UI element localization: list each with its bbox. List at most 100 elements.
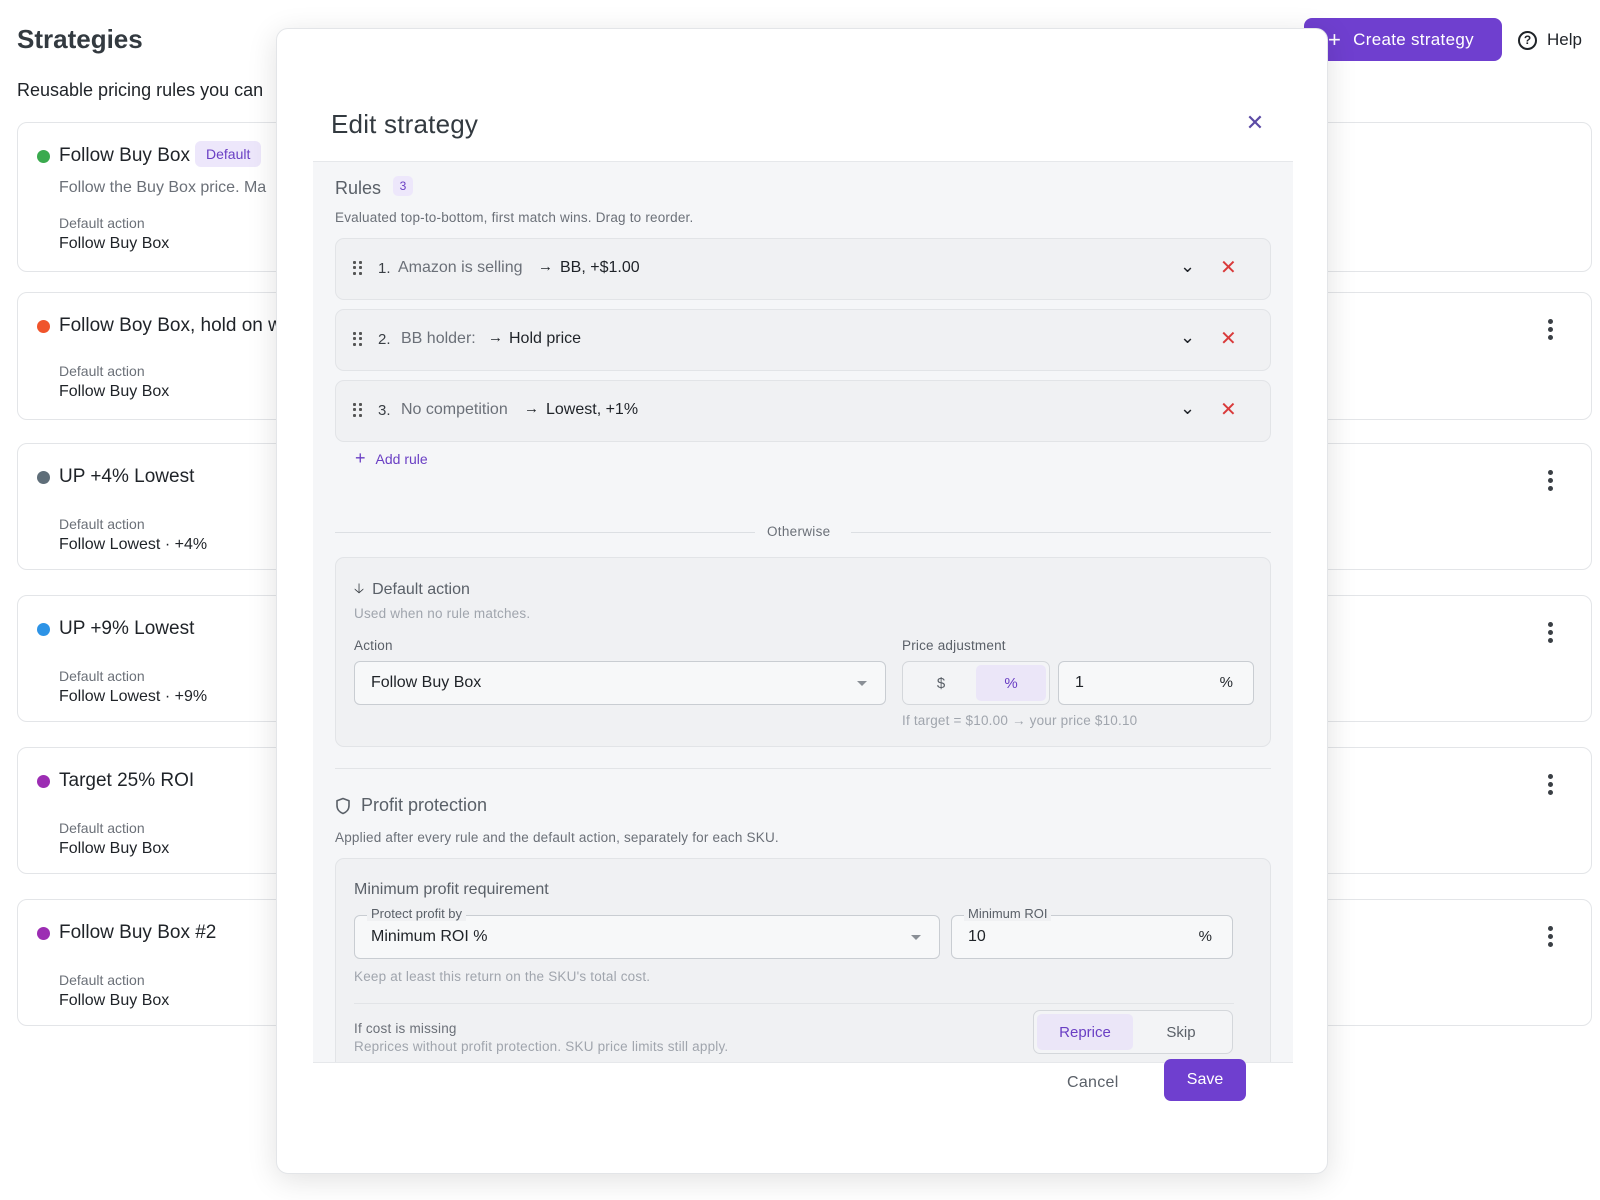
create-strategy-button[interactable]: + Create strategy (1304, 18, 1502, 61)
missing-cost-hint: Reprices without profit protection. SKU … (354, 1039, 729, 1054)
arrow-right-icon: → (538, 258, 553, 275)
modal-body[interactable]: Rules 3 Evaluated top-to-bottom, first m… (313, 162, 1293, 1062)
action-select[interactable]: Follow Buy Box (354, 661, 886, 705)
help-label: Help (1547, 30, 1582, 49)
rules-title: Rules (335, 178, 382, 198)
chevron-down-icon[interactable]: ⌄ (1180, 256, 1195, 277)
divider (851, 532, 1271, 533)
more-options-icon[interactable] (1547, 622, 1553, 643)
more-options-icon[interactable] (1547, 926, 1553, 947)
arrow-right-icon: → (524, 400, 539, 417)
price-unit-suffix: % (1219, 674, 1233, 691)
skip-option[interactable]: Skip (1133, 1014, 1229, 1050)
divider (335, 768, 1271, 769)
plus-icon: + (355, 448, 366, 468)
minimum-roi-value: 10 (968, 928, 986, 945)
drag-handle-icon[interactable] (353, 403, 363, 417)
rule-result: Hold price (509, 330, 582, 347)
caret-down-icon (911, 935, 921, 940)
save-button[interactable]: Save (1164, 1059, 1246, 1101)
minimum-roi-input[interactable]: Minimum ROI 10 % (951, 906, 1233, 959)
roi-unit-suffix: % (1198, 928, 1212, 945)
default-action-value: Follow Buy Box (59, 840, 170, 857)
delete-rule-icon[interactable]: ✕ (1220, 256, 1237, 280)
drag-handle-icon[interactable] (353, 332, 363, 346)
price-unit-toggle[interactable]: $ % (902, 661, 1050, 705)
rule-row[interactable]: 1. Amazon is selling → BB, +$1.00 ⌄ ✕ (335, 238, 1271, 300)
default-action-box: 🡣 Default action Used when no rule match… (335, 557, 1271, 747)
divider (313, 1062, 1293, 1063)
arrow-right-icon: → (488, 329, 503, 346)
more-options-icon[interactable] (1547, 319, 1553, 340)
status-dot (37, 150, 50, 163)
more-options-icon[interactable] (1547, 774, 1553, 795)
delete-rule-icon[interactable]: ✕ (1220, 327, 1237, 351)
rule-condition: No competition (401, 401, 508, 418)
rule-condition: BB holder: (401, 330, 476, 347)
rule-result: BB, +$1.00 (560, 259, 640, 276)
reprice-option[interactable]: Reprice (1037, 1014, 1133, 1050)
rule-row[interactable]: 2. BB holder: → Hold price ⌄ ✕ (335, 309, 1271, 371)
rule-row[interactable]: 3. No competition → Lowest, +1% ⌄ ✕ (335, 380, 1271, 442)
caret-down-icon (857, 681, 867, 686)
rules-count-badge: 3 (393, 176, 413, 196)
rule-condition: Amazon is selling (398, 259, 523, 276)
page-title: Strategies (17, 24, 143, 54)
default-badge: Default (195, 141, 262, 167)
status-dot (37, 320, 50, 333)
add-rule-button[interactable]: + Add rule (355, 448, 428, 469)
price-preview: If target = $10.00 → your price $10.10 (902, 713, 1138, 728)
strategy-name: UP +9% Lowest (59, 618, 195, 639)
strategy-description: Follow the Buy Box price. Ma (59, 179, 267, 196)
arrow-down-icon: 🡣 (354, 580, 365, 596)
help-button[interactable]: ? Help (1518, 28, 1582, 52)
default-action-label: Default action (59, 516, 145, 532)
status-dot (37, 775, 50, 788)
delete-rule-icon[interactable]: ✕ (1220, 398, 1237, 422)
add-rule-label: Add rule (375, 450, 428, 467)
default-action-label: Default action (59, 972, 145, 988)
percent-option[interactable]: % (976, 665, 1046, 701)
default-action-value: Follow Buy Box (59, 992, 170, 1009)
divider (354, 1003, 1234, 1004)
profit-protection-hint: Applied after every rule and the default… (335, 830, 779, 845)
protect-profit-value: Minimum ROI % (371, 928, 488, 945)
price-adjustment-label: Price adjustment (902, 638, 1006, 653)
profit-protection-title: Profit protection (335, 795, 487, 816)
strategy-name: Follow Buy Box #2 (59, 922, 217, 943)
cancel-button[interactable]: Cancel (1067, 1074, 1119, 1092)
chevron-down-icon[interactable]: ⌄ (1180, 398, 1195, 419)
protect-profit-label: Protect profit by (367, 906, 467, 921)
shield-icon (336, 797, 350, 814)
page-subtitle: Reusable pricing rules you can (17, 80, 264, 100)
missing-cost-toggle[interactable]: Reprice Skip (1033, 1010, 1233, 1054)
strategy-name: Follow Boy Box, hold on w (59, 315, 282, 336)
help-icon: ? (1518, 30, 1537, 50)
minimum-roi-label: Minimum ROI (964, 906, 1052, 921)
price-adjustment-value: 1 (1075, 674, 1084, 691)
missing-cost-title: If cost is missing (354, 1021, 457, 1036)
default-action-title-text: Default action (372, 581, 470, 598)
close-icon[interactable]: ✕ (1245, 112, 1265, 134)
default-action-value: Follow Buy Box (59, 383, 170, 400)
modal-title: Edit strategy (331, 109, 479, 139)
rule-number: 2. (378, 331, 391, 348)
edit-strategy-modal: Edit strategy ✕ Rules 3 Evaluated top-to… (276, 28, 1328, 1174)
strategy-name: Follow Buy Box (59, 145, 190, 166)
status-dot (37, 471, 50, 484)
create-strategy-label: Create strategy (1353, 29, 1474, 49)
protect-profit-select[interactable]: Protect profit by Minimum ROI % (354, 906, 940, 959)
more-options-icon[interactable] (1547, 470, 1553, 491)
status-dot (37, 623, 50, 636)
price-adjustment-input[interactable]: 1 % (1058, 661, 1254, 705)
default-action-label: Default action (59, 668, 145, 684)
rule-number: 3. (378, 402, 391, 419)
dollar-option[interactable]: $ (906, 665, 976, 701)
rule-number: 1. (378, 260, 391, 277)
rule-result: Lowest, +1% (546, 401, 639, 418)
drag-handle-icon[interactable] (353, 261, 363, 275)
default-action-label: Default action (59, 363, 145, 379)
chevron-down-icon[interactable]: ⌄ (1180, 327, 1195, 348)
rules-hint: Evaluated top-to-bottom, first match win… (335, 210, 694, 225)
roi-hint: Keep at least this return on the SKU's t… (354, 969, 651, 984)
